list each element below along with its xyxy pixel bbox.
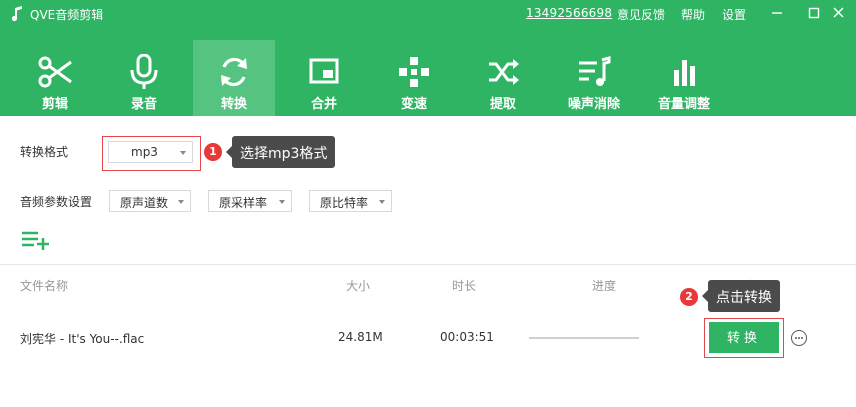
- file-name: 刘宪华 - It's You--.flac: [20, 332, 145, 346]
- help-link[interactable]: 帮助: [681, 6, 705, 23]
- title-bar: QVE音频剪辑 13492566698 意见反馈 帮助 设置: [0, 0, 856, 28]
- file-duration: 00:03:51: [440, 330, 494, 344]
- column-header-name: 文件名称: [20, 279, 69, 293]
- convert-button[interactable]: 转换: [709, 322, 779, 353]
- volume-bars-icon: [674, 60, 695, 86]
- file-size: 24.81M: [338, 330, 383, 344]
- tab-merge[interactable]: 合并: [283, 40, 365, 116]
- progress-bar: [529, 337, 639, 339]
- speed-icon: [399, 57, 429, 87]
- tab-record[interactable]: 录音: [103, 40, 185, 116]
- microphone-icon: [130, 54, 158, 89]
- format-select[interactable]: mp3: [108, 141, 193, 163]
- noise-music-icon: [579, 56, 611, 86]
- tab-speed[interactable]: 变速: [373, 40, 455, 116]
- phone-link[interactable]: 13492566698: [526, 6, 612, 20]
- step1-tooltip: 选择mp3格式: [225, 136, 336, 168]
- format-select-value: mp3: [131, 145, 158, 159]
- more-options-icon[interactable]: [791, 330, 807, 346]
- tab-label: 转换: [220, 97, 247, 112]
- column-header-progress: 进度: [592, 279, 617, 293]
- tab-convert[interactable]: 转换: [193, 40, 275, 116]
- chevron-down-icon: [180, 151, 186, 155]
- app-window: QVE音频剪辑 13492566698 意见反馈 帮助 设置 剪辑 录音 转换 …: [0, 0, 856, 407]
- format-label: 转换格式: [20, 145, 69, 159]
- channels-select-value: 原声道数: [120, 196, 169, 210]
- tab-label: 提取: [489, 97, 516, 112]
- maximize-icon[interactable]: [804, 4, 824, 22]
- bitrate-select-value: 原比特率: [320, 196, 369, 210]
- step2-badge: 2: [680, 288, 698, 306]
- tab-label: 噪声消除: [567, 97, 620, 112]
- minimize-icon[interactable]: [767, 4, 787, 22]
- settings-link[interactable]: 设置: [722, 6, 746, 23]
- app-title: QVE音频剪辑: [30, 8, 104, 22]
- tab-edit[interactable]: 剪辑: [14, 40, 96, 116]
- merge-icon: [309, 58, 339, 84]
- tab-label: 录音: [130, 97, 157, 112]
- add-to-list-icon[interactable]: [22, 230, 50, 250]
- chevron-down-icon: [178, 200, 184, 204]
- step2-tooltip: 点击转换: [702, 280, 780, 312]
- params-label: 音频参数设置: [20, 195, 93, 209]
- chevron-down-icon: [279, 200, 285, 204]
- tab-label: 合并: [310, 97, 337, 112]
- shuffle-icon: [489, 59, 519, 85]
- bitrate-select[interactable]: 原比特率: [309, 190, 392, 212]
- samplerate-select[interactable]: 原采样率: [208, 190, 292, 212]
- tab-volume[interactable]: 音量调整: [643, 40, 725, 116]
- tab-label: 变速: [400, 97, 427, 112]
- tab-denoise[interactable]: 噪声消除: [553, 40, 635, 116]
- convert-arrows-icon: [221, 57, 247, 87]
- column-header-size: 大小: [346, 279, 371, 293]
- close-icon[interactable]: [829, 4, 849, 22]
- tab-label: 剪辑: [41, 97, 68, 112]
- header-bar: QVE音频剪辑 13492566698 意见反馈 帮助 设置 剪辑 录音 转换 …: [0, 0, 856, 116]
- step1-badge: 1: [204, 143, 222, 161]
- samplerate-select-value: 原采样率: [219, 196, 268, 210]
- feedback-link[interactable]: 意见反馈: [617, 6, 665, 23]
- divider: [0, 264, 856, 265]
- scissors-icon: [38, 56, 72, 88]
- channels-select[interactable]: 原声道数: [109, 190, 191, 212]
- tab-label: 音量调整: [657, 97, 710, 112]
- chevron-down-icon: [379, 200, 385, 204]
- tab-extract[interactable]: 提取: [462, 40, 544, 116]
- music-note-icon: [11, 6, 22, 22]
- column-header-duration: 时长: [452, 279, 477, 293]
